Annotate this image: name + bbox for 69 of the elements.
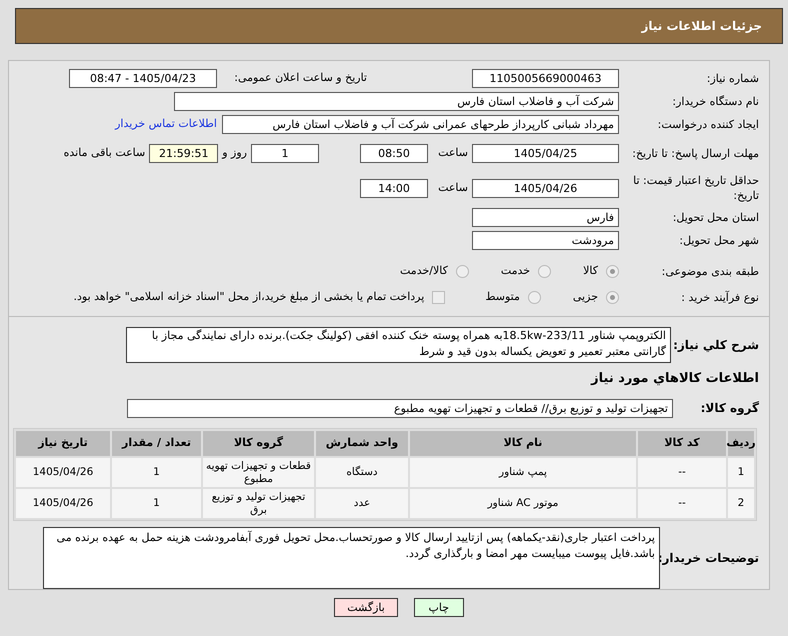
field-label: مهلت ارسال پاسخ: تا تاریخ: (631, 146, 759, 160)
radio-button[interactable] (538, 264, 552, 278)
announce-date-field: 1405/04/23 - 08:47 (69, 69, 217, 88)
table-cell: 1405/04/26 (16, 458, 110, 487)
field-label: استان محل تحویل: (672, 210, 759, 225)
field-label: شهر محل تحویل: (678, 233, 759, 248)
radio-button[interactable] (528, 290, 541, 304)
field-label: ساعت (437, 144, 468, 161)
radio-button[interactable] (606, 290, 619, 304)
column-header: گروه کالا (203, 431, 314, 456)
field-label: نام دستگاه خریدار: (671, 94, 759, 109)
radio-button[interactable] (456, 264, 469, 278)
field-label: ساعت باقی مانده (64, 144, 146, 161)
buyer-notes-textarea[interactable]: پرداخت اعتبار جاری(نقد-یکماهه) پس ازتایید ارسال کالا و صورتحساب.محل تحویل فوری آبفامرودشت هزینه حمل به عهده برنده می باشد.فایل پیوست میبایست مهر امضا و بارگذاری گردد. (43, 527, 660, 589)
table-cell: -- (638, 489, 726, 518)
radio-label: کالا (583, 262, 598, 279)
field-label: حداقل تاریخ اعتبار قیمت: تا تاریخ: (632, 173, 759, 203)
column-header: تعداد / مقدار (112, 431, 201, 456)
table-cell: دستگاه (316, 458, 408, 487)
description-textarea[interactable]: الکتروپمپ شناور 18.5kw-233/11به همراه پوسته خنک کننده افقی (کولینگ جکت).برنده دارای نمایندگی مجاز با گارانتی معتبر تعمیر و تعویض یکساله بدون قید و شرط (126, 327, 671, 363)
page-title: جزئیات اطلاعات نیاز (641, 18, 762, 35)
table-cell: -- (638, 458, 726, 487)
field-label: ساعت (437, 180, 468, 196)
creator-field: مهرداد شبانی کارپرداز طرحهای عمرانی شرکت آب و فاضلاب استان فارس (222, 115, 619, 134)
field-label: روز و (222, 144, 247, 161)
radio-label: جزیی (572, 288, 598, 305)
column-header: تاریخ نیاز (16, 431, 110, 456)
section-heading: اطلاعات کالاهاي مورد نياز (591, 370, 759, 388)
radio-label: متوسط (485, 288, 520, 305)
buyer-field: شرکت آب و فاضلاب استان فارس (174, 92, 619, 111)
field-label: تاریخ و ساعت اعلان عمومی: (233, 70, 367, 86)
table-cell: پمپ شناور (410, 458, 636, 487)
field-label: شماره نیاز: (706, 71, 759, 86)
table-cell: 1 (112, 458, 201, 487)
column-header: نام کالا (410, 431, 636, 456)
field-label: گروه کالا: (700, 401, 759, 416)
radio-label: کالا/خدمت (400, 262, 448, 279)
print-button[interactable]: چاپ (414, 598, 464, 617)
field-label: شرح کلي نياز: (677, 338, 759, 352)
field-label: نوع فرآیند خرید : (680, 290, 759, 304)
field-label: ایجاد کننده درخواست: (656, 117, 759, 132)
table-cell: 1 (112, 489, 201, 518)
table-cell: عدد (316, 489, 408, 518)
need-number-field: 1105005669000463 (472, 69, 619, 88)
table-cell: 1 (728, 458, 754, 487)
table-cell: قطعات و تجهیزات تهویه مطبوع (203, 458, 314, 487)
table-cell: 1405/04/26 (16, 489, 110, 518)
validity-date-field: 1405/04/26 (472, 178, 619, 198)
deadline-date-field: 1405/04/25 (472, 144, 619, 162)
table-cell: 2 (728, 489, 754, 518)
city-field: مرودشت (472, 231, 619, 250)
checkbox[interactable] (432, 290, 446, 304)
checkbox-label: پرداخت تمام یا بخشی از مبلغ خرید،از محل "اسناد خزانه اسلامی" خواهد بود. (74, 288, 424, 305)
validity-time-field: 14:00 (360, 178, 428, 198)
radio-button[interactable] (606, 264, 619, 278)
province-field: فارس (472, 208, 619, 227)
remaining-time-field: 21:59:51 (149, 144, 218, 162)
buyer-contact-link[interactable]: اطلاعات تماس خریدار (115, 116, 217, 133)
column-header: واحد شمارش (316, 431, 408, 456)
deadline-time-field: 08:50 (360, 144, 428, 162)
goods-group-field: تجهیزات تولید و توزیع برق// قطعات و تجهیزات تهویه مطبوع (127, 399, 673, 418)
days-field: 1 (251, 144, 319, 162)
table-cell: تجهیزات تولید و توزیع برق (203, 489, 314, 518)
table-cell: موتور AC شناور (410, 489, 636, 518)
radio-label: خدمت (500, 262, 530, 279)
field-label: طبقه بندی موضوعی: (660, 264, 759, 278)
column-header: کد کالا (638, 431, 726, 456)
back-button[interactable]: بازگشت (334, 598, 398, 617)
column-header: ردیف (728, 431, 754, 456)
